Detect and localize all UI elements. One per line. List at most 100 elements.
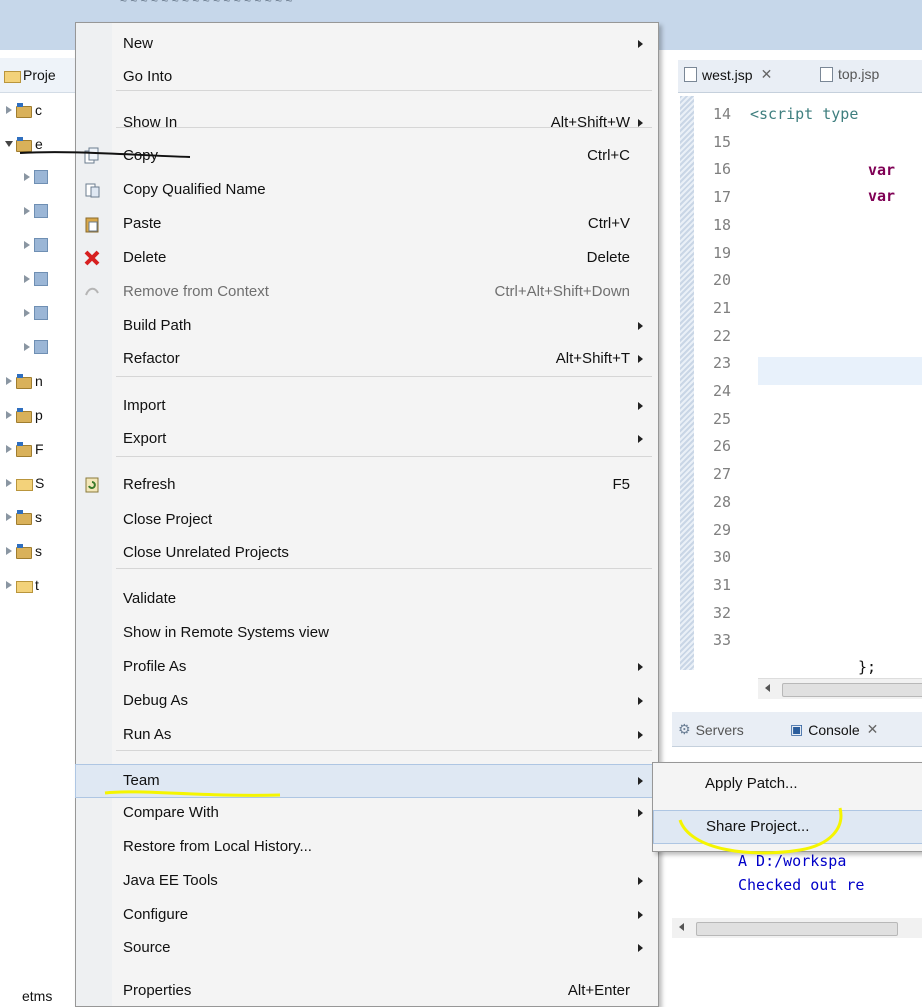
console-horizontal-scrollbar[interactable]: [672, 918, 922, 938]
scroll-left-icon[interactable]: [679, 923, 684, 931]
menu-item-label: Refactor: [123, 350, 180, 367]
expand-arrow-icon[interactable]: [22, 342, 32, 352]
menu-item-new[interactable]: New: [76, 28, 658, 60]
close-icon[interactable]: ✕: [867, 721, 879, 738]
menu-item-import[interactable]: Import: [76, 390, 658, 422]
java-project-icon: [16, 137, 32, 152]
menu-item-compare-with[interactable]: Compare With: [76, 797, 658, 829]
folder-icon: [34, 306, 48, 320]
console-line: Checked out re: [738, 876, 865, 894]
collapse-arrow-icon[interactable]: [4, 139, 14, 149]
tree-item[interactable]: [22, 200, 50, 222]
tree-item[interactable]: [22, 268, 50, 290]
menu-item-close-unrelated-projects[interactable]: Close Unrelated Projects: [76, 537, 658, 569]
menu-item-validate[interactable]: Validate: [76, 583, 658, 615]
tab-top-jsp[interactable]: top.jsp: [820, 66, 879, 82]
menu-item-source[interactable]: Source: [76, 932, 658, 964]
expand-arrow-icon[interactable]: [22, 206, 32, 216]
expand-arrow-icon[interactable]: [4, 478, 14, 488]
line-number: 31: [713, 575, 732, 594]
expand-arrow-icon[interactable]: [4, 512, 14, 522]
expand-arrow-icon[interactable]: [22, 172, 32, 182]
scrollbar-thumb[interactable]: [782, 683, 922, 697]
menu-item-run-as[interactable]: Run As: [76, 719, 658, 751]
editor-tab-bar: west.jsp ✕ top.jsp: [678, 60, 922, 93]
menu-item-debug-as[interactable]: Debug As: [76, 685, 658, 717]
tab-console[interactable]: ▣ Console ✕: [790, 721, 878, 738]
title-bar-text: ~ ~ ~ ~ ~ ~ ~ ~ ~ ~ ~ ~ ~ ~ ~ ~ ~: [120, 0, 293, 8]
menu-item-label: Show In: [123, 114, 178, 131]
menu-item-label: Export: [123, 430, 167, 447]
menu-item-refresh[interactable]: Refresh F5: [76, 469, 658, 501]
line-number: 16: [713, 160, 732, 179]
line-number: 29: [713, 520, 732, 539]
tab-west-jsp[interactable]: west.jsp ✕: [684, 66, 772, 83]
menu-item-delete[interactable]: Delete Delete: [76, 242, 658, 274]
scrollbar-thumb[interactable]: [696, 922, 898, 936]
menu-item-build-path[interactable]: Build Path: [76, 310, 658, 342]
scroll-left-icon[interactable]: [765, 684, 770, 692]
menu-item-show-in-remote-systems-view[interactable]: Show in Remote Systems view: [76, 617, 658, 649]
menu-item-copy-qualified-name[interactable]: Copy Qualified Name: [76, 174, 658, 206]
tree-item-etms[interactable]: etms: [2, 985, 52, 1007]
menu-item-profile-as[interactable]: Profile As: [76, 651, 658, 683]
menu-item-properties[interactable]: Properties Alt+Enter: [76, 975, 658, 1007]
tree-item[interactable]: [22, 302, 50, 324]
menu-item-close-project[interactable]: Close Project: [76, 504, 658, 536]
expand-arrow-icon[interactable]: [4, 376, 14, 386]
line-number: 20: [713, 271, 732, 290]
context-menu: New Go Into Show In Alt+Shift+W Copy Ctrl+C Co…: [75, 22, 659, 1007]
menu-item-remove-from-context[interactable]: Remove from Context Ctrl+Alt+Shift+Down: [76, 276, 658, 308]
expand-arrow-icon[interactable]: [4, 444, 14, 454]
line-number: 17: [713, 188, 732, 207]
tree-item[interactable]: [22, 166, 50, 188]
menu-item-label: Java EE Tools: [123, 872, 218, 889]
tree-item[interactable]: n: [4, 370, 43, 392]
menu-item-label: Refresh: [123, 476, 176, 493]
submenu-arrow-icon: [638, 322, 643, 330]
tree-item[interactable]: t: [4, 574, 39, 596]
menu-item-export[interactable]: Export: [76, 423, 658, 455]
menu-item-copy[interactable]: Copy Ctrl+C: [76, 140, 658, 172]
menu-item-apply-patch[interactable]: Apply Patch...: [653, 768, 922, 800]
expand-arrow-icon[interactable]: [22, 274, 32, 284]
tree-item[interactable]: [22, 336, 50, 358]
tree-item-selected[interactable]: e: [4, 133, 43, 155]
menu-item-label: Restore from Local History...: [123, 838, 312, 855]
tree-item[interactable]: F: [4, 438, 44, 460]
expand-arrow-icon[interactable]: [4, 105, 14, 115]
expand-arrow-icon[interactable]: [4, 410, 14, 420]
code-keyword: var: [868, 161, 896, 179]
expand-arrow-icon[interactable]: [22, 240, 32, 250]
menu-item-shortcut: F5: [612, 476, 630, 493]
library-icon: [34, 204, 48, 218]
expand-arrow-icon[interactable]: [4, 546, 14, 556]
menu-item-java-ee-tools[interactable]: Java EE Tools: [76, 865, 658, 897]
tree-item[interactable]: p: [4, 404, 43, 426]
tree-item[interactable]: s: [4, 506, 42, 528]
menu-item-refactor[interactable]: Refactor Alt+Shift+T: [76, 343, 658, 375]
tree-item[interactable]: c: [4, 99, 42, 121]
menu-item-team[interactable]: Team: [75, 764, 659, 798]
tab-servers[interactable]: ⚙ Servers: [678, 721, 744, 738]
menu-item-go-into[interactable]: Go Into: [76, 61, 658, 93]
menu-item-share-project[interactable]: Share Project...: [653, 810, 922, 844]
editor-horizontal-scrollbar[interactable]: [758, 678, 922, 699]
tree-item[interactable]: S: [4, 472, 44, 494]
expand-arrow-icon[interactable]: [4, 580, 14, 590]
console-icon: ▣: [790, 721, 804, 737]
menu-item-paste[interactable]: Paste Ctrl+V: [76, 208, 658, 240]
tree-item[interactable]: [22, 234, 50, 256]
submenu-arrow-icon: [638, 40, 643, 48]
tree-item[interactable]: s: [4, 540, 42, 562]
project-explorer-tab[interactable]: Proje: [0, 58, 78, 93]
menu-item-restore-from-local-history[interactable]: Restore from Local History...: [76, 831, 658, 863]
menu-item-label: Source: [123, 939, 171, 956]
menu-item-show-in[interactable]: Show In Alt+Shift+W: [76, 107, 658, 139]
submenu-arrow-icon: [638, 809, 643, 817]
menu-item-shortcut: Ctrl+Alt+Shift+Down: [494, 283, 630, 300]
close-icon[interactable]: ✕: [761, 66, 773, 83]
line-number: 25: [713, 409, 732, 428]
expand-arrow-icon[interactable]: [22, 308, 32, 318]
menu-item-configure[interactable]: Configure: [76, 899, 658, 931]
